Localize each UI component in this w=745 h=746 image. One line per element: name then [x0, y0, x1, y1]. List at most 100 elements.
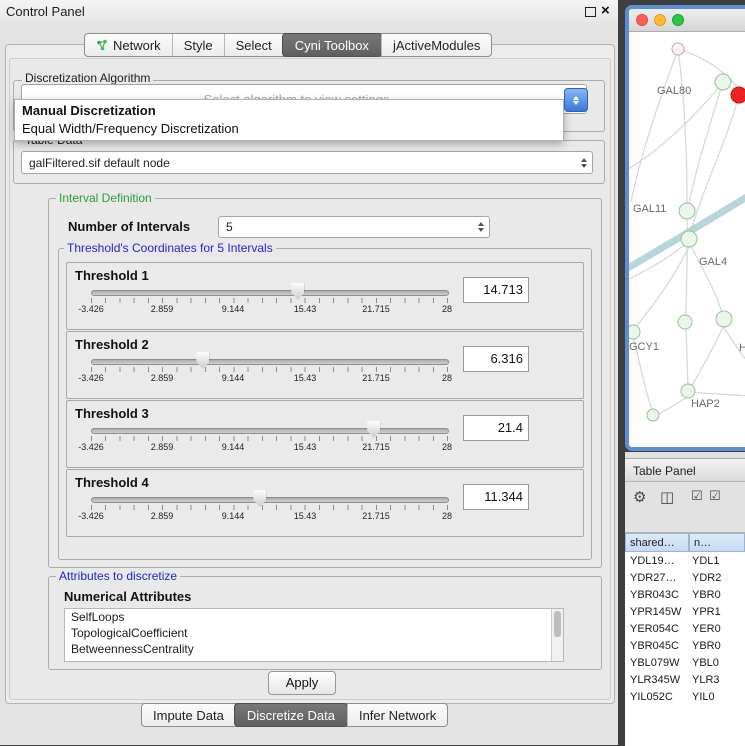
network-node[interactable] — [678, 315, 692, 329]
algorithm-combo-stepper[interactable] — [564, 88, 588, 112]
table-row[interactable]: YDR27…YDR2 — [625, 569, 745, 586]
cell[interactable]: YDR27… — [625, 572, 689, 584]
cell[interactable]: YER054C — [625, 623, 689, 635]
number-of-intervals-stepper-icon[interactable] — [478, 222, 484, 232]
scale-label: 28 — [442, 442, 452, 452]
selected-red-node[interactable] — [731, 87, 745, 103]
attribute-item-betweennesscentrality[interactable]: BetweennessCentrality — [65, 641, 563, 657]
select-all-checkbox-icon[interactable]: ☑ — [691, 488, 703, 504]
threshold-1-value-field[interactable]: 14.713 — [463, 277, 529, 303]
network-window-titlebar[interactable] — [629, 9, 745, 32]
attributes-scrollbar[interactable] — [551, 609, 563, 661]
float-window-icon[interactable] — [585, 7, 596, 17]
threshold-4-ticks — [91, 505, 448, 510]
column-header-shared-name[interactable]: shared… — [625, 533, 689, 552]
column-header-name[interactable]: n… — [689, 533, 745, 552]
scale-label: 28 — [442, 373, 452, 383]
table-data-combobox[interactable]: galFiltered.sif default node — [21, 151, 593, 174]
cell[interactable]: YBR0 — [689, 589, 745, 601]
scale-label: 9.144 — [222, 373, 245, 383]
table-row[interactable]: YDL19…YDL1 — [625, 552, 745, 569]
number-of-intervals-combobox[interactable]: 5 — [218, 216, 490, 238]
cell[interactable]: YIL0 — [689, 691, 745, 703]
tab-discretize-data[interactable]: Discretize Data — [234, 703, 348, 727]
cell[interactable]: YPR145W — [625, 606, 689, 618]
threshold-3-value-field[interactable]: 21.4 — [463, 415, 529, 441]
network-node[interactable] — [647, 409, 659, 421]
cell[interactable]: YER0 — [689, 623, 745, 635]
threshold-4-panel: Threshold 4 -3.426 2.859 9.144 15.43 21.… — [66, 469, 584, 537]
table-row[interactable]: YBL079WYBL0 — [625, 654, 745, 671]
tab-impute-data[interactable]: Impute Data — [142, 704, 235, 726]
tab-cyni-toolbox-label: Cyni Toolbox — [295, 38, 369, 53]
gear-icon[interactable]: ⚙ — [633, 488, 646, 506]
scrollbar-thumb[interactable] — [554, 611, 561, 637]
cell[interactable]: YDL19… — [625, 555, 689, 567]
algorithm-option-manual[interactable]: Manual Discretization — [15, 102, 563, 120]
network-node[interactable] — [681, 384, 695, 398]
scale-label: 9.144 — [222, 304, 245, 314]
attribute-item-selfloops[interactable]: SelfLoops — [65, 609, 563, 625]
network-node[interactable] — [629, 325, 640, 339]
table-row[interactable]: YIL052CYIL0 — [625, 688, 745, 705]
threshold-2-label: Threshold 2 — [75, 337, 149, 352]
table-row[interactable]: YBR045CYBR0 — [625, 637, 745, 654]
minimize-traffic-light[interactable] — [654, 14, 666, 26]
cell[interactable]: YBL079W — [625, 657, 689, 669]
network-canvas[interactable]: GAL80 GAL11 GAL4 GCY1 HAP2 H — [629, 32, 745, 447]
tab-jactivemodules[interactable]: jActiveModules — [381, 34, 491, 56]
threshold-1-slider-track[interactable] — [91, 290, 449, 296]
table-data-stepper-icon[interactable] — [581, 158, 587, 168]
tab-style[interactable]: Style — [172, 34, 224, 56]
threshold-4-value-field[interactable]: 11.344 — [463, 484, 529, 510]
network-node[interactable] — [679, 203, 695, 219]
table-row[interactable]: YER054CYER0 — [625, 620, 745, 637]
tab-network-label: Network — [113, 38, 161, 53]
cell[interactable]: YBR045C — [625, 640, 689, 652]
network-node[interactable] — [715, 74, 731, 90]
network-view-window[interactable]: GAL80 GAL11 GAL4 GCY1 HAP2 H — [625, 5, 745, 451]
threshold-2-value-field[interactable]: 6.316 — [463, 346, 529, 372]
threshold-4-slider-track[interactable] — [91, 497, 449, 503]
close-traffic-light[interactable] — [636, 14, 648, 26]
tab-cyni-toolbox[interactable]: Cyni Toolbox — [282, 33, 382, 57]
close-icon[interactable]: × — [601, 2, 610, 19]
select-none-checkbox-icon[interactable]: ☑ — [709, 488, 721, 504]
cell[interactable]: YPR1 — [689, 606, 745, 618]
columns-icon[interactable]: ◫ — [660, 488, 674, 506]
cell[interactable]: YLR345W — [625, 674, 689, 686]
cell[interactable]: YBR0 — [689, 640, 745, 652]
cell[interactable]: YLR3 — [689, 674, 745, 686]
threshold-3-slider-track[interactable] — [91, 428, 449, 434]
cell[interactable]: YDR2 — [689, 572, 745, 584]
cell[interactable]: YBR043C — [625, 589, 689, 601]
network-node[interactable] — [672, 43, 684, 55]
attribute-item-topologicalcoefficient[interactable]: TopologicalCoefficient — [65, 625, 563, 641]
algorithm-dropdown-popup: Manual Discretization Equal Width/Freque… — [14, 99, 564, 141]
network-node[interactable] — [681, 231, 697, 247]
tab-select[interactable]: Select — [224, 34, 283, 56]
tab-infer-network[interactable]: Infer Network — [347, 704, 447, 726]
threshold-2-slider-track[interactable] — [91, 359, 449, 365]
table-row[interactable]: YBR043CYBR0 — [625, 586, 745, 603]
tab-network[interactable]: Network — [85, 34, 172, 56]
network-node[interactable] — [716, 311, 732, 327]
tab-infer-network-label: Infer Network — [359, 708, 436, 723]
table-row[interactable]: YLR345WYLR3 — [625, 671, 745, 688]
algorithm-option-equal-width[interactable]: Equal Width/Frequency Discretization — [15, 120, 563, 138]
table-row[interactable]: YPR145WYPR1 — [625, 603, 745, 620]
network-graph: GAL80 GAL11 GAL4 GCY1 HAP2 H — [629, 32, 745, 451]
threshold-1-label: Threshold 1 — [75, 268, 149, 283]
node-label-gal4: GAL4 — [699, 256, 727, 268]
scale-label: 28 — [442, 304, 452, 314]
node-attribute-table: shared… n… YDL19…YDL1 YDR27…YDR2 YBR043C… — [625, 532, 745, 746]
tab-select-label: Select — [236, 38, 272, 53]
cell[interactable]: YBL0 — [689, 657, 745, 669]
cell[interactable]: YDL1 — [689, 555, 745, 567]
cell[interactable]: YIL052C — [625, 691, 689, 703]
threshold-3-panel: Threshold 3 -3.426 2.859 9.144 15.43 21.… — [66, 400, 584, 468]
tab-style-label: Style — [184, 38, 213, 53]
apply-button[interactable]: Apply — [268, 671, 336, 695]
number-of-intervals-label: Number of Intervals — [68, 219, 190, 234]
zoom-traffic-light[interactable] — [672, 14, 684, 26]
